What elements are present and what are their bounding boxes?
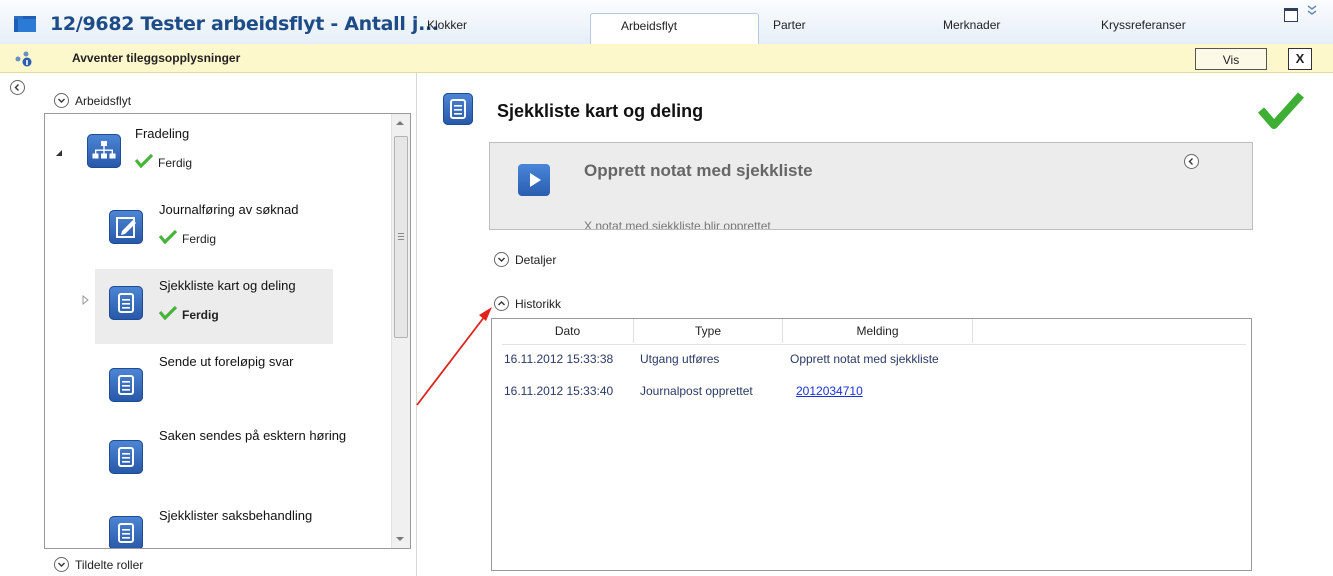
- workflow-status-icon: [15, 51, 32, 67]
- page-title: Sjekkliste kart og deling: [497, 101, 704, 121]
- collapsed-arrow-icon[interactable]: [82, 295, 90, 305]
- double-chevron-icon[interactable]: [1307, 4, 1317, 19]
- scroll-up-icon: [396, 121, 404, 125]
- node-status: Ferdig: [158, 156, 193, 170]
- node-status: Ferdig: [182, 308, 219, 322]
- table-cell-type: Utgang utføres: [640, 352, 720, 366]
- vis-button[interactable]: Vis: [1195, 48, 1267, 70]
- status-bar: Avventer tileggsopplysninger Vis X: [0, 44, 1333, 73]
- node-title[interactable]: Journalføring av søknad: [159, 202, 298, 217]
- column-header-dato[interactable]: Dato: [502, 319, 634, 343]
- folder-icon: [14, 16, 36, 32]
- document-icon[interactable]: [109, 440, 143, 474]
- tab-merknader[interactable]: Merknader: [943, 13, 1000, 44]
- workflow-scrollbar[interactable]: [391, 114, 410, 548]
- node-title[interactable]: Fradeling: [135, 126, 189, 141]
- column-header-melding[interactable]: Melding: [783, 319, 973, 343]
- expanded-arrow-icon[interactable]: [55, 149, 63, 157]
- table-cell-dato: 16.11.2012 15:33:38: [504, 352, 614, 366]
- scroll-down-icon: [396, 537, 404, 541]
- panel-divider: [416, 72, 417, 576]
- tab-arbeidsflyt[interactable]: Arbeidsflyt: [590, 13, 759, 44]
- check-icon: [135, 154, 153, 168]
- historikk-toggle[interactable]: [494, 296, 509, 311]
- node-title[interactable]: Saken sendes på esktern høring: [159, 428, 346, 443]
- node-title[interactable]: Sjekkliste kart og deling: [159, 278, 296, 293]
- action-collapse-button[interactable]: [1184, 154, 1199, 169]
- collapse-panel-button[interactable]: [10, 80, 25, 95]
- arbeidsflyt-label: Arbeidsflyt: [75, 94, 132, 108]
- document-icon[interactable]: [109, 368, 143, 402]
- tab-klokker[interactable]: Klokker: [427, 13, 467, 44]
- table-cell-type: Journalpost opprettet: [640, 384, 753, 398]
- tildelte-roller-toggle[interactable]: [54, 557, 69, 572]
- action-card[interactable]: Opprett notat med sjekkliste X notat med…: [489, 142, 1253, 230]
- tab-kryssreferanser[interactable]: Kryssreferanser: [1101, 13, 1186, 44]
- action-subtitle: X notat med sjekkliste blir opprettet: [584, 219, 771, 230]
- historikk-label: Historikk: [515, 297, 562, 311]
- org-chart-icon[interactable]: [87, 134, 121, 168]
- document-icon[interactable]: [109, 286, 143, 320]
- status-text: Avventer tileggsopplysninger: [72, 51, 241, 65]
- node-title[interactable]: Sjekklister saksbehandling: [159, 508, 312, 523]
- arbeidsflyt-toggle[interactable]: [54, 93, 69, 108]
- node-status: Ferdig: [182, 232, 217, 246]
- chevron-left-icon: [14, 84, 19, 91]
- chevron-down-icon: [498, 257, 505, 262]
- chevron-down-icon: [58, 562, 65, 567]
- detaljer-toggle[interactable]: [494, 252, 509, 267]
- play-icon[interactable]: [518, 164, 550, 196]
- edit-document-icon[interactable]: [109, 210, 143, 244]
- table-cell-melding: Opprett notat med sjekkliste: [790, 352, 939, 366]
- history-table: Dato Type Melding 16.11.2012 15:33:38 Ut…: [491, 318, 1252, 571]
- table-cell-dato: 16.11.2012 15:33:40: [504, 384, 614, 398]
- action-title: Opprett notat med sjekkliste: [584, 161, 813, 180]
- node-title[interactable]: Sende ut foreløpig svar: [159, 354, 293, 369]
- chevron-down-icon: [58, 98, 65, 103]
- close-button[interactable]: X: [1288, 48, 1312, 70]
- completed-check-icon: [1258, 92, 1304, 129]
- check-icon: [159, 306, 177, 320]
- column-header-type[interactable]: Type: [634, 319, 783, 343]
- window-restore-icon[interactable]: [1284, 8, 1298, 22]
- chevron-left-icon: [1188, 158, 1193, 165]
- detaljer-label: Detaljer: [515, 253, 557, 267]
- journalpost-link[interactable]: 2012034710: [796, 384, 863, 398]
- scroll-thumb[interactable]: [394, 136, 408, 338]
- document-icon: [443, 93, 473, 125]
- chevron-up-icon: [498, 301, 505, 306]
- title-bar: 12/9682 Tester arbeidsflyt - Antall j...…: [0, 0, 1333, 45]
- case-title: 12/9682 Tester arbeidsflyt - Antall j...: [50, 13, 439, 35]
- check-icon: [159, 230, 177, 244]
- document-icon[interactable]: [109, 516, 143, 548]
- tab-parter[interactable]: Parter: [773, 13, 806, 44]
- tildelte-roller-label: Tildelte roller: [75, 558, 144, 572]
- workflow-list[interactable]: Fradeling Ferdig Journalføring av søknad…: [44, 113, 411, 549]
